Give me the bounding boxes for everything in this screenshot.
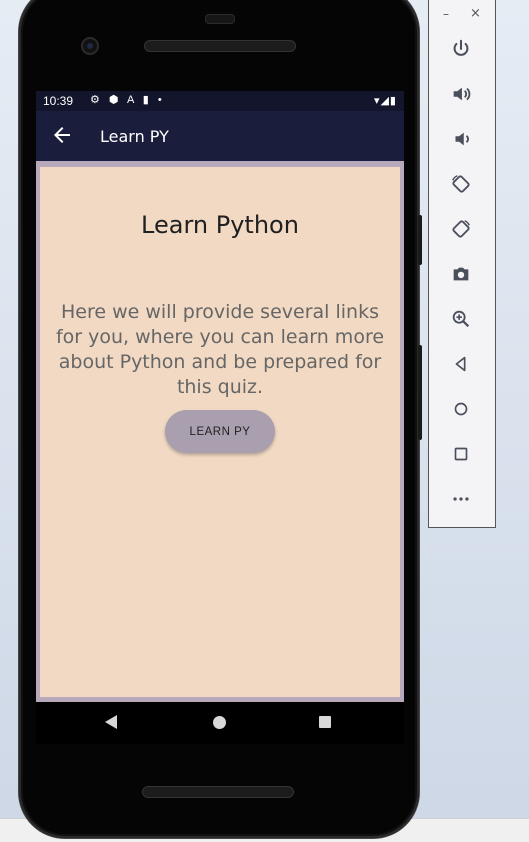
navigation-bar bbox=[36, 702, 404, 744]
side-button-volume[interactable] bbox=[418, 345, 422, 440]
back-icon[interactable] bbox=[447, 350, 475, 378]
nav-back-icon[interactable] bbox=[105, 715, 117, 729]
zoom-icon[interactable] bbox=[447, 305, 475, 333]
nav-recents-icon[interactable] bbox=[319, 716, 331, 728]
overview-icon[interactable] bbox=[447, 440, 475, 468]
status-system-icons: ▾◢▮ bbox=[373, 95, 397, 107]
earpiece-speaker bbox=[144, 40, 296, 52]
status-time: 10:39 bbox=[43, 94, 74, 108]
description-text: Here we will provide several links for y… bbox=[55, 301, 385, 398]
bottom-speaker bbox=[142, 786, 294, 798]
emulator-control-panel: – × bbox=[428, 0, 496, 528]
content-card: Learn Python Here we will provide severa… bbox=[40, 167, 400, 697]
home-icon[interactable] bbox=[447, 395, 475, 423]
rotate-right-icon[interactable] bbox=[447, 215, 475, 243]
camera-icon[interactable] bbox=[447, 260, 475, 288]
status-bar: 10:39 ⚙ ⬢ A ▮ • ▾◢▮ bbox=[36, 91, 404, 111]
learn-py-button[interactable]: LEARN PY bbox=[165, 410, 275, 453]
arrow-back-icon[interactable] bbox=[50, 123, 74, 147]
volume-up-icon[interactable] bbox=[447, 80, 475, 108]
app-bar: Learn PY bbox=[36, 111, 404, 161]
power-icon[interactable] bbox=[447, 35, 475, 63]
device-screen: 10:39 ⚙ ⬢ A ▮ • ▾◢▮ Learn PY Learn Pytho… bbox=[36, 91, 404, 702]
volume-down-icon[interactable] bbox=[447, 125, 475, 153]
more-icon[interactable] bbox=[447, 485, 475, 513]
minimize-button[interactable]: – bbox=[443, 7, 449, 21]
rotate-left-icon[interactable] bbox=[447, 170, 475, 198]
side-button-power[interactable] bbox=[418, 215, 422, 265]
app-bar-title: Learn PY bbox=[100, 127, 169, 146]
front-camera bbox=[81, 37, 99, 55]
status-notification-icons: ⚙ ⬢ A ▮ • bbox=[90, 94, 165, 106]
nav-home-icon[interactable] bbox=[213, 716, 226, 729]
page-title: Learn Python bbox=[141, 211, 299, 239]
top-sensor bbox=[205, 14, 235, 24]
close-button[interactable]: × bbox=[470, 6, 481, 21]
